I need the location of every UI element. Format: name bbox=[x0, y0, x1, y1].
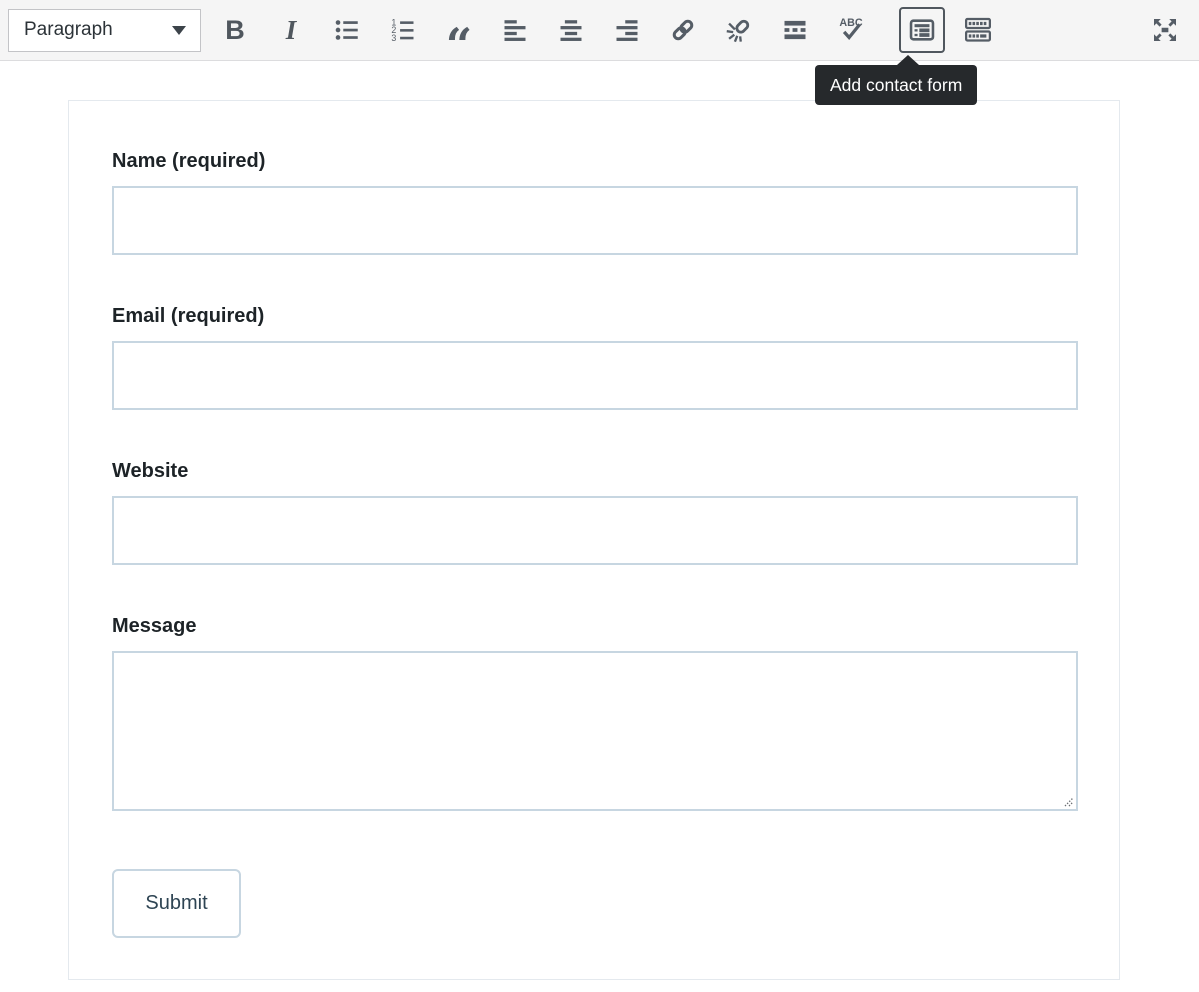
read-more-button[interactable] bbox=[775, 10, 815, 50]
email-label: Email (required) bbox=[112, 305, 1119, 327]
italic-button[interactable]: I bbox=[271, 10, 311, 50]
link-button[interactable] bbox=[663, 10, 703, 50]
resize-handle[interactable] bbox=[1064, 797, 1074, 807]
unlink-icon bbox=[725, 16, 753, 44]
italic-icon: I bbox=[286, 17, 297, 44]
paragraph-format-value: Paragraph bbox=[24, 19, 113, 41]
align-center-icon bbox=[557, 16, 585, 44]
align-right-button[interactable] bbox=[607, 10, 647, 50]
align-left-icon bbox=[501, 16, 529, 44]
fullscreen-button[interactable] bbox=[1145, 10, 1185, 50]
message-textarea-wrap bbox=[112, 651, 1078, 811]
message-textarea[interactable] bbox=[112, 651, 1078, 811]
fullscreen-icon bbox=[1150, 15, 1180, 45]
numbered-list-button[interactable]: 1 2 3 bbox=[383, 10, 423, 50]
name-label: Name (required) bbox=[112, 150, 1119, 172]
numbered-list-icon: 1 2 3 bbox=[389, 16, 417, 44]
tooltip-arrow bbox=[897, 55, 919, 65]
tooltip-text: Add contact form bbox=[830, 75, 962, 96]
bulleted-list-icon bbox=[333, 16, 361, 44]
read-more-icon bbox=[781, 16, 809, 44]
align-center-button[interactable] bbox=[551, 10, 591, 50]
editor-toolbar: Paragraph B I 1 2 3 bbox=[0, 0, 1199, 61]
link-icon bbox=[669, 16, 697, 44]
contact-form-preview[interactable]: Name (required) Email (required) Website… bbox=[68, 100, 1120, 980]
chevron-down-icon bbox=[172, 26, 186, 35]
svg-text:3: 3 bbox=[391, 33, 396, 43]
keyboard-toggle-icon bbox=[963, 15, 993, 45]
keyboard-toggle-button[interactable] bbox=[958, 10, 998, 50]
name-input[interactable] bbox=[112, 186, 1078, 255]
bold-button[interactable]: B bbox=[215, 10, 255, 50]
field-group-message: Message bbox=[112, 615, 1119, 811]
submit-button[interactable]: Submit bbox=[112, 869, 241, 938]
website-input[interactable] bbox=[112, 496, 1078, 565]
tooltip-add-contact-form: Add contact form bbox=[815, 65, 977, 105]
spellcheck-icon: ABC bbox=[836, 15, 866, 45]
paragraph-format-select[interactable]: Paragraph bbox=[8, 9, 201, 52]
spellcheck-button[interactable]: ABC bbox=[831, 10, 871, 50]
contact-form-fields: Name (required) Email (required) Website… bbox=[69, 101, 1119, 938]
message-label: Message bbox=[112, 615, 1119, 637]
contact-form-icon bbox=[908, 16, 936, 44]
website-label: Website bbox=[112, 460, 1119, 482]
editor-content: Name (required) Email (required) Website… bbox=[0, 62, 1199, 992]
field-group-website: Website bbox=[112, 460, 1119, 565]
field-group-name: Name (required) bbox=[112, 150, 1119, 255]
editor-page: Paragraph B I 1 2 3 bbox=[0, 0, 1199, 992]
field-group-email: Email (required) bbox=[112, 305, 1119, 410]
email-input[interactable] bbox=[112, 341, 1078, 410]
bulleted-list-button[interactable] bbox=[327, 10, 367, 50]
align-left-button[interactable] bbox=[495, 10, 535, 50]
blockquote-button[interactable]: “ bbox=[439, 10, 479, 50]
add-contact-form-button[interactable] bbox=[899, 7, 945, 53]
unlink-button[interactable] bbox=[719, 10, 759, 50]
bold-icon: B bbox=[225, 17, 245, 44]
align-right-icon bbox=[613, 16, 641, 44]
